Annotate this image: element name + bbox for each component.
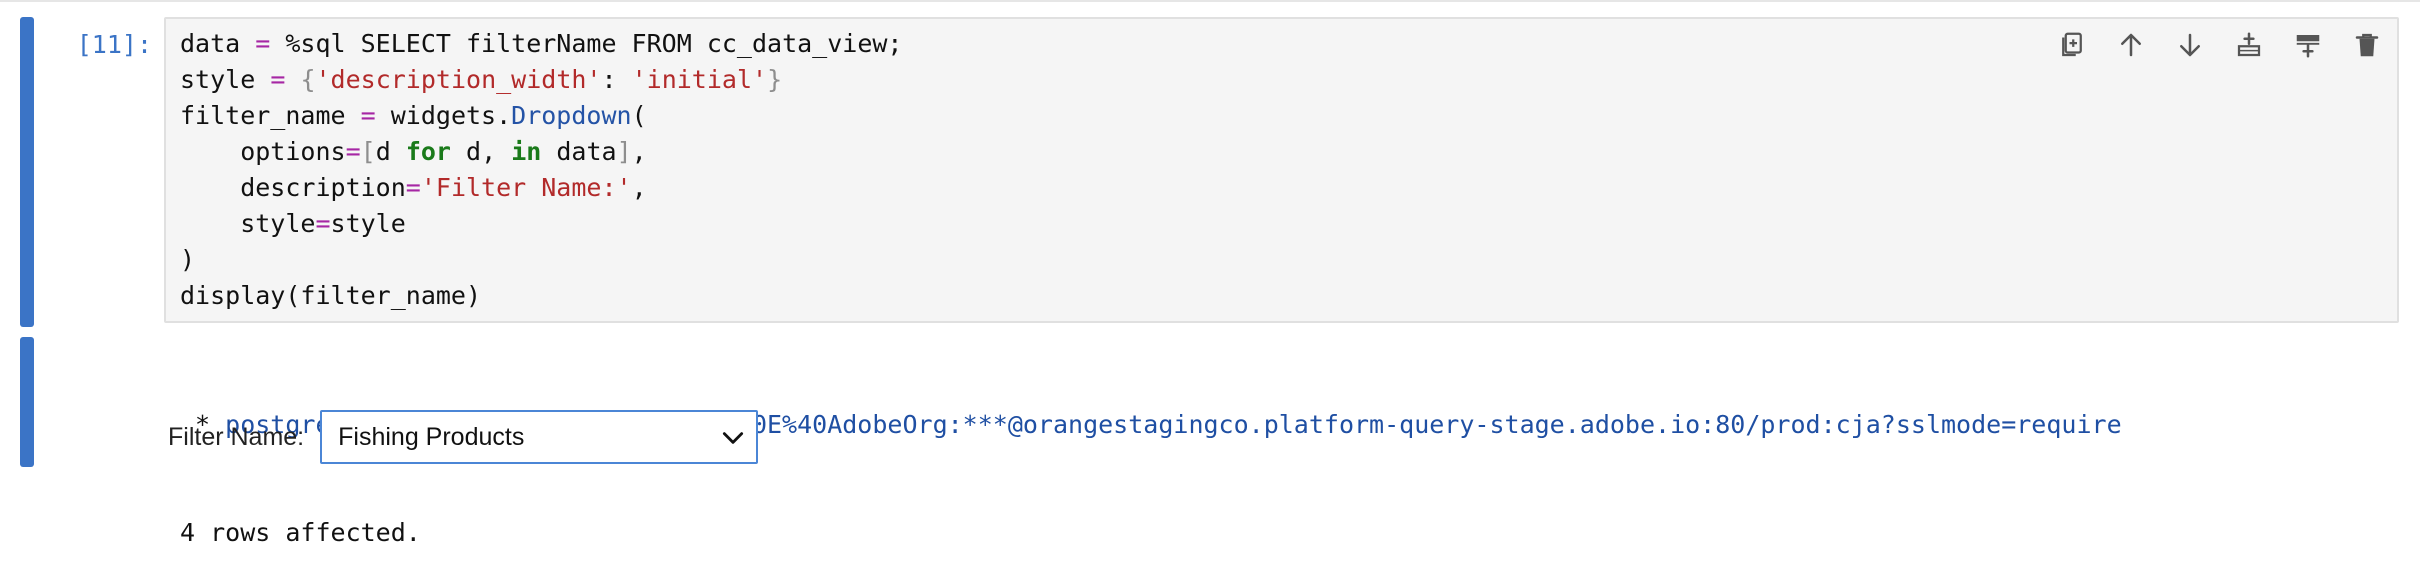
- move-down-button[interactable]: [2174, 29, 2206, 61]
- code-editor[interactable]: data = %sql SELECT filterName FROM cc_da…: [164, 17, 2399, 323]
- code-line: style=style: [180, 206, 902, 242]
- code-token: [: [360, 137, 376, 166]
- code-token: %sql SELECT filterName FROM cc_data_view…: [270, 29, 903, 58]
- code-token: data: [541, 137, 617, 166]
- duplicate-icon: [2062, 32, 2082, 57]
- code-token: =: [345, 137, 361, 166]
- code-line: options=[d for d, in data],: [180, 134, 902, 170]
- code-line: filter_name = widgets.Dropdown(: [180, 98, 902, 134]
- code-token: filter_name: [180, 101, 361, 130]
- delete-button[interactable]: [2351, 29, 2383, 61]
- rows-affected-text: 4 rows affected.: [180, 518, 421, 547]
- code-token: widgets.: [375, 101, 512, 130]
- move-up-button[interactable]: [2115, 29, 2147, 61]
- insert-above-icon: [2237, 32, 2261, 57]
- code-token: }: [767, 65, 783, 94]
- filter-name-widget: Filter Name: Fishing Products: [168, 410, 759, 464]
- code-token: =: [315, 209, 331, 238]
- code-content[interactable]: data = %sql SELECT filterName FROM cc_da…: [180, 26, 902, 314]
- code-token: ]: [616, 137, 632, 166]
- code-token: Dropdown: [511, 101, 632, 130]
- code-token: :: [601, 65, 632, 94]
- code-token: =: [255, 29, 271, 58]
- code-token: data: [180, 29, 256, 58]
- chevron-down-icon: [723, 432, 744, 444]
- code-line: display(filter_name): [180, 278, 902, 314]
- code-token: style: [180, 209, 316, 238]
- cell-selection-bar[interactable]: [20, 17, 34, 327]
- filter-name-label: Filter Name:: [168, 422, 305, 451]
- insert-below-icon: [2296, 35, 2320, 58]
- top-divider: [0, 0, 2420, 2]
- code-token: options: [180, 137, 346, 166]
- code-token: display(filter_name): [180, 281, 482, 310]
- output-collapse-bar[interactable]: [20, 337, 34, 467]
- code-token: 'Filter Name:': [420, 173, 632, 202]
- code-line: description='Filter Name:',: [180, 170, 902, 206]
- code-token: ,: [631, 173, 647, 202]
- code-token: d,: [450, 137, 512, 166]
- code-token: d: [375, 137, 406, 166]
- filter-name-dropdown[interactable]: Fishing Products: [320, 410, 759, 464]
- code-line: style = {'description_width': 'initial'}: [180, 62, 902, 98]
- execution-count-prompt: [11]:: [76, 30, 152, 59]
- code-line: ): [180, 242, 902, 278]
- code-token: style: [330, 209, 406, 238]
- duplicate-button[interactable]: [2056, 29, 2088, 61]
- insert-below-button[interactable]: [2292, 29, 2324, 61]
- code-token: in: [511, 137, 542, 166]
- code-token: {: [300, 65, 316, 94]
- code-token: 'description_width': [315, 65, 602, 94]
- code-token: (: [631, 101, 647, 130]
- cell-toolbar: [2056, 29, 2383, 61]
- code-token: description: [180, 173, 406, 202]
- code-token: =: [360, 101, 376, 130]
- code-token: =: [405, 173, 421, 202]
- code-token: ,: [631, 137, 647, 166]
- trash-icon: [2355, 33, 2379, 57]
- code-line: data = %sql SELECT filterName FROM cc_da…: [180, 26, 902, 62]
- code-token: =: [270, 65, 286, 94]
- code-token: 'initial': [631, 65, 768, 94]
- code-token: for: [405, 137, 451, 166]
- insert-above-button[interactable]: [2233, 29, 2265, 61]
- code-token: ): [180, 245, 196, 274]
- code-token: style: [180, 65, 271, 94]
- dropdown-selected-value: Fishing Products: [338, 422, 525, 451]
- arrow-down-icon: [2180, 33, 2200, 57]
- arrow-up-icon: [2121, 33, 2141, 57]
